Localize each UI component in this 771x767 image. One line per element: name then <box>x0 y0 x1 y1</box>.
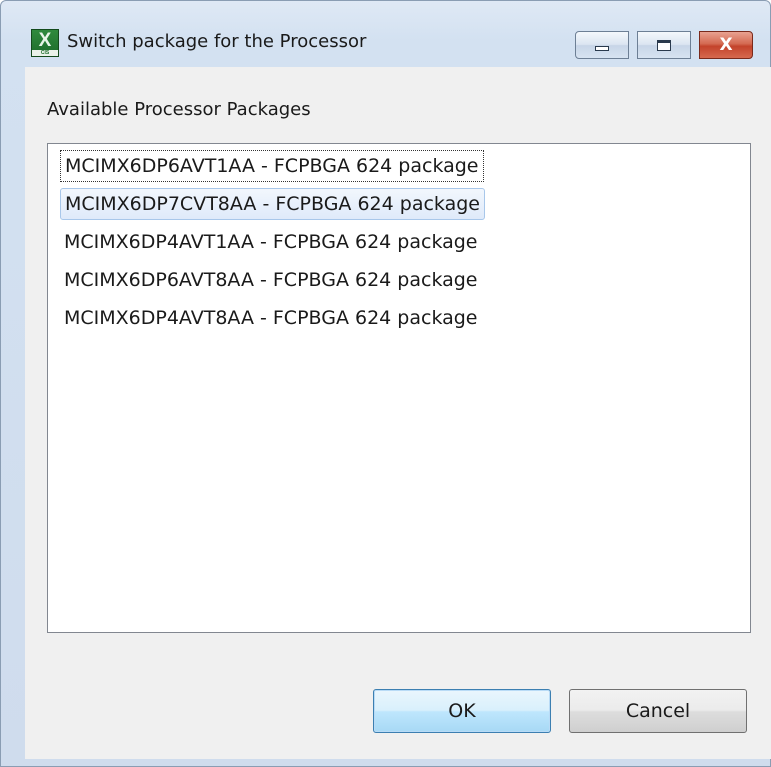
caption-buttons: X <box>575 31 753 61</box>
maximize-button[interactable] <box>637 31 691 59</box>
ok-button[interactable]: OK <box>373 689 551 733</box>
close-button[interactable]: X <box>699 31 753 59</box>
app-logo-letter: X <box>38 30 52 51</box>
list-item-package[interactable]: MCIMX6DP6AVT1AA - FCPBGA 624 package <box>60 150 484 182</box>
window-title: Switch package for the Processor <box>67 31 367 52</box>
list-item-package[interactable]: MCIMX6DP7CVT8AA - FCPBGA 624 package <box>60 188 485 220</box>
app-logo-icon: X CIS <box>31 29 59 57</box>
list-item-package[interactable]: MCIMX6DP4AVT8AA - FCPBGA 624 package <box>60 302 482 334</box>
list-item-package[interactable]: MCIMX6DP6AVT8AA - FCPBGA 624 package <box>60 264 482 296</box>
cancel-button[interactable]: Cancel <box>569 689 747 733</box>
minimize-button[interactable] <box>575 31 629 59</box>
list-item-package[interactable]: MCIMX6DP4AVT1AA - FCPBGA 624 package <box>60 226 482 258</box>
maximize-icon <box>657 39 671 51</box>
close-icon: X <box>719 35 733 55</box>
dialog-content: Available Processor Packages MCIMX6DP6AV… <box>25 67 771 759</box>
app-logo-sub: CIS <box>32 50 58 56</box>
title-bar[interactable]: X CIS Switch package for the Processor X <box>1 1 770 59</box>
dialog-window: X CIS Switch package for the Processor X… <box>0 0 771 767</box>
minimize-icon <box>595 45 609 51</box>
packages-listbox[interactable]: MCIMX6DP6AVT1AA - FCPBGA 624 package MCI… <box>47 143 751 633</box>
packages-label: Available Processor Packages <box>47 99 311 120</box>
